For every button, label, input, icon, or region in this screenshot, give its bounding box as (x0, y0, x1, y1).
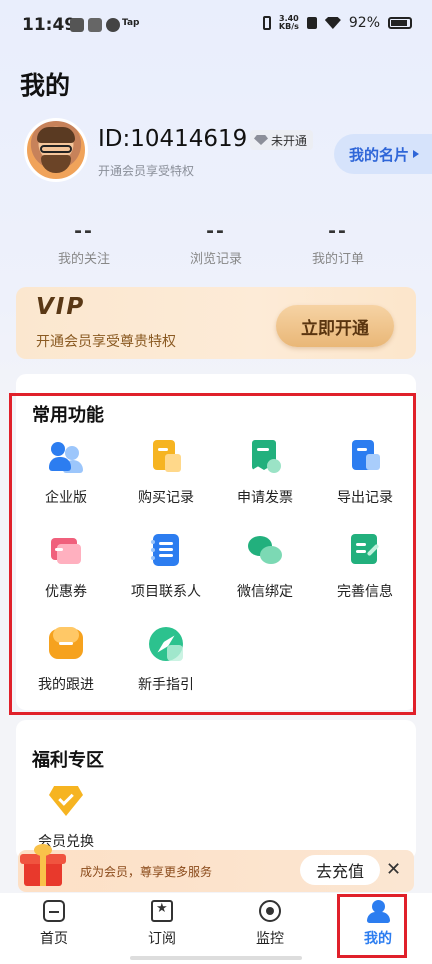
vip-logo: VIP (36, 294, 86, 320)
app-notification-icon (88, 18, 102, 32)
promo-text: 成为会员，尊享更多服务 (80, 865, 213, 879)
gift-icon (20, 842, 66, 890)
tab-home[interactable]: 首页 (14, 900, 94, 948)
home-indicator[interactable] (130, 956, 302, 960)
monitor-icon (259, 900, 281, 922)
tab-label: 订阅 (148, 931, 176, 947)
vip-status-label: 未开通 (271, 133, 308, 148)
stat-orders[interactable]: -- 我的订单 (278, 220, 398, 267)
play-arrow-icon (413, 150, 420, 158)
subscribe-icon (151, 900, 173, 922)
user-id: ID:10414619 (98, 126, 248, 152)
highlight-box (9, 393, 416, 715)
welfare-member-exchange[interactable]: 会员兑换 (16, 784, 116, 851)
tab-label: 监控 (256, 931, 284, 947)
app-notification-icon (106, 18, 120, 32)
stat-label: 浏览记录 (189, 252, 242, 267)
stat-value: -- (328, 220, 348, 242)
page-title: 我的 (20, 71, 71, 100)
my-card-button[interactable]: 我的名片 (334, 134, 432, 174)
tab-label: 首页 (40, 931, 68, 947)
close-icon[interactable]: ✕ (386, 859, 401, 880)
tab-monitor[interactable]: 监控 (230, 900, 310, 948)
net-speed: 3.40 KB/s (278, 14, 299, 31)
exchange-icon (49, 784, 83, 818)
battery-icon (388, 17, 412, 29)
stat-following[interactable]: -- 我的关注 (24, 220, 144, 267)
status-time: 11:49 (22, 15, 77, 35)
battery-percent: 92% (348, 15, 380, 31)
status-tag: Tap (122, 18, 140, 28)
open-vip-button[interactable]: 立即开通 (276, 305, 394, 347)
my-card-label: 我的名片 (349, 145, 410, 164)
vip-status-badge[interactable]: 未开通 (250, 130, 314, 150)
stat-value: -- (74, 220, 94, 242)
recharge-button[interactable]: 去充值 (300, 855, 380, 885)
wifi-icon (324, 17, 341, 29)
tab-subscribe[interactable]: 订阅 (122, 900, 202, 948)
stat-history[interactable]: -- 浏览记录 (156, 220, 276, 267)
diamond-icon (254, 135, 268, 145)
stat-label: 我的关注 (57, 252, 110, 267)
vip-description: 开通会员享受尊贵特权 (36, 334, 176, 350)
sim-icon (306, 17, 317, 29)
section-title-welfare: 福利专区 (32, 750, 104, 771)
stat-value: -- (206, 220, 226, 242)
vibrate-icon (262, 16, 271, 30)
highlight-box (337, 894, 407, 958)
stat-label: 我的订单 (311, 252, 364, 267)
notification-icon (70, 18, 84, 32)
home-icon (43, 900, 65, 922)
profile-subtitle: 开通会员享受特权 (98, 164, 195, 178)
avatar[interactable] (24, 118, 88, 182)
status-right: 3.40 KB/s 92% (262, 14, 412, 31)
